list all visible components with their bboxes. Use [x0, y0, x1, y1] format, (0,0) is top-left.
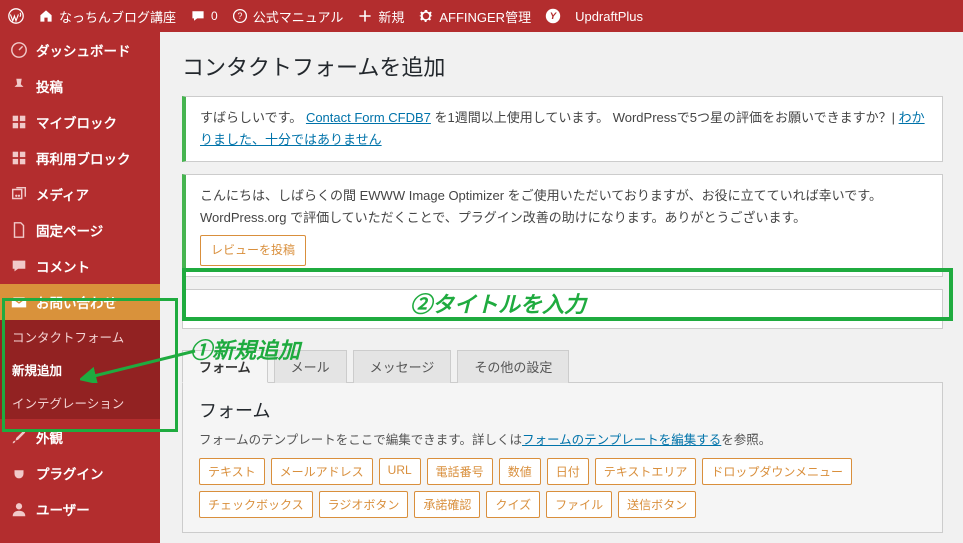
- form-tag-button[interactable]: 電話番号: [427, 458, 493, 485]
- menu-media[interactable]: メディア: [0, 176, 160, 212]
- menu-appearance[interactable]: 外観: [0, 419, 160, 455]
- wordpress-icon: [8, 8, 24, 24]
- page-icon: [10, 221, 28, 239]
- menu-myblock[interactable]: マイブロック: [0, 104, 160, 140]
- content-area: コンタクトフォームを追加 すばらしいです。 Contact Form CFDB7…: [160, 32, 963, 543]
- menu-dashboard-label: ダッシュボード: [36, 40, 131, 60]
- menu-plugins-label: プラグイン: [36, 463, 104, 483]
- dashboard-icon: [10, 41, 28, 59]
- comment-icon: [10, 257, 28, 275]
- form-tag-button[interactable]: テキスト: [199, 458, 265, 485]
- menu-reusable-label: 再利用ブロック: [36, 148, 131, 168]
- menu-contact-label: お問い合わせ: [36, 292, 117, 312]
- admin-bar: なっちんブログ講座 0 ? 公式マニュアル 新規 AFFINGER管理 Y Up…: [0, 0, 963, 32]
- menu-plugins[interactable]: プラグイン: [0, 455, 160, 491]
- site-name[interactable]: なっちんブログ講座: [38, 7, 176, 26]
- tab-mail[interactable]: メール: [274, 350, 347, 383]
- menu-reusable[interactable]: 再利用ブロック: [0, 140, 160, 176]
- menu-myblock-label: マイブロック: [36, 112, 117, 132]
- tab-form[interactable]: フォーム: [182, 350, 268, 383]
- submenu-integration[interactable]: インテグレーション: [0, 386, 160, 419]
- menu-posts[interactable]: 投稿: [0, 68, 160, 104]
- grid-icon: [10, 113, 28, 131]
- cfdb7-link[interactable]: Contact Form CFDB7: [306, 110, 431, 125]
- yoast-icon: Y: [545, 8, 561, 24]
- form-title-input[interactable]: [182, 289, 943, 329]
- pin-icon: [10, 77, 28, 95]
- form-tag-button[interactable]: ファイル: [546, 491, 612, 518]
- manual-label: 公式マニュアル: [253, 7, 344, 26]
- notice-cfdb7: すばらしいです。 Contact Form CFDB7 を1週間以上使用していま…: [182, 96, 943, 162]
- menu-appearance-label: 外観: [36, 427, 63, 447]
- menu-pages[interactable]: 固定ページ: [0, 212, 160, 248]
- menu-users-label: ユーザー: [36, 499, 90, 519]
- menu-pages-label: 固定ページ: [36, 220, 103, 240]
- menu-comments[interactable]: コメント: [0, 248, 160, 284]
- form-tag-button[interactable]: ドロップダウンメニュー: [702, 458, 852, 485]
- submenu-addnew[interactable]: 新規追加: [0, 353, 160, 386]
- title-input-wrap: [182, 289, 943, 329]
- form-tag-button[interactable]: ラジオボタン: [319, 491, 409, 518]
- form-tag-button[interactable]: メールアドレス: [271, 458, 373, 485]
- comment-icon: [190, 8, 206, 24]
- editor-tabs: フォーム メール メッセージ その他の設定: [182, 349, 943, 383]
- form-tag-button[interactable]: クイズ: [486, 491, 540, 518]
- comments-link[interactable]: 0: [190, 8, 218, 24]
- site-name-text: なっちんブログ講座: [59, 7, 176, 26]
- plugin-icon: [10, 464, 28, 482]
- menu-users[interactable]: ユーザー: [0, 491, 160, 527]
- user-icon: [10, 500, 28, 518]
- admin-sidebar: ダッシュボード 投稿 マイブロック 再利用ブロック メディア 固定ページ コメン…: [0, 32, 160, 543]
- manual-link[interactable]: ? 公式マニュアル: [232, 7, 344, 26]
- menu-contact[interactable]: お問い合わせ: [0, 284, 160, 320]
- submenu-forms[interactable]: コンタクトフォーム: [0, 320, 160, 353]
- tab-message[interactable]: メッセージ: [353, 350, 452, 383]
- menu-comments-label: コメント: [36, 256, 90, 276]
- yoast-link[interactable]: Y: [545, 8, 561, 24]
- submenu-contact: コンタクトフォーム 新規追加 インテグレーション: [0, 320, 160, 419]
- gear-icon: [418, 8, 434, 24]
- form-tag-button[interactable]: 承諾確認: [414, 491, 480, 518]
- template-doc-link[interactable]: フォームのテンプレートを編集する: [522, 433, 721, 447]
- form-panel-desc: フォームのテンプレートをここで編集できます。詳しくはフォームのテンプレートを編集…: [199, 429, 926, 448]
- form-tag-button[interactable]: URL: [379, 458, 421, 485]
- grid-icon: [10, 149, 28, 167]
- new-label: 新規: [378, 7, 404, 26]
- mail-icon: [10, 293, 28, 311]
- plus-icon: [357, 8, 373, 24]
- tab-other[interactable]: その他の設定: [457, 350, 569, 383]
- affinger-link[interactable]: AFFINGER管理: [418, 7, 531, 26]
- menu-dashboard[interactable]: ダッシュボード: [0, 32, 160, 68]
- form-tag-button[interactable]: 送信ボタン: [618, 491, 696, 518]
- updraft-link[interactable]: UpdraftPlus: [575, 9, 643, 24]
- comment-count: 0: [211, 9, 218, 23]
- form-panel-heading: フォーム: [199, 397, 926, 423]
- form-tag-list: テキストメールアドレスURL電話番号数値日付テキストエリアドロップダウンメニュー…: [199, 458, 926, 518]
- new-link[interactable]: 新規: [357, 7, 404, 26]
- menu-media-label: メディア: [36, 184, 89, 204]
- form-tag-button[interactable]: 日付: [547, 458, 589, 485]
- home-icon: [38, 8, 54, 24]
- form-tag-button[interactable]: チェックボックス: [199, 491, 313, 518]
- media-icon: [10, 185, 28, 203]
- form-panel: フォーム フォームのテンプレートをここで編集できます。詳しくはフォームのテンプレ…: [182, 383, 943, 533]
- wp-logo[interactable]: [8, 8, 24, 24]
- help-icon: ?: [232, 8, 248, 24]
- updraft-label: UpdraftPlus: [575, 9, 643, 24]
- page-title: コンタクトフォームを追加: [182, 50, 943, 82]
- svg-text:?: ?: [237, 11, 242, 21]
- form-tag-button[interactable]: テキストエリア: [595, 458, 697, 485]
- brush-icon: [10, 428, 28, 446]
- form-tag-button[interactable]: 数値: [499, 458, 541, 485]
- affinger-label: AFFINGER管理: [439, 7, 531, 26]
- review-button[interactable]: レビューを投稿: [200, 235, 306, 265]
- notice-ewww: こんにちは、しばらくの間 EWWW Image Optimizer をご使用いた…: [182, 174, 943, 277]
- menu-posts-label: 投稿: [36, 76, 63, 96]
